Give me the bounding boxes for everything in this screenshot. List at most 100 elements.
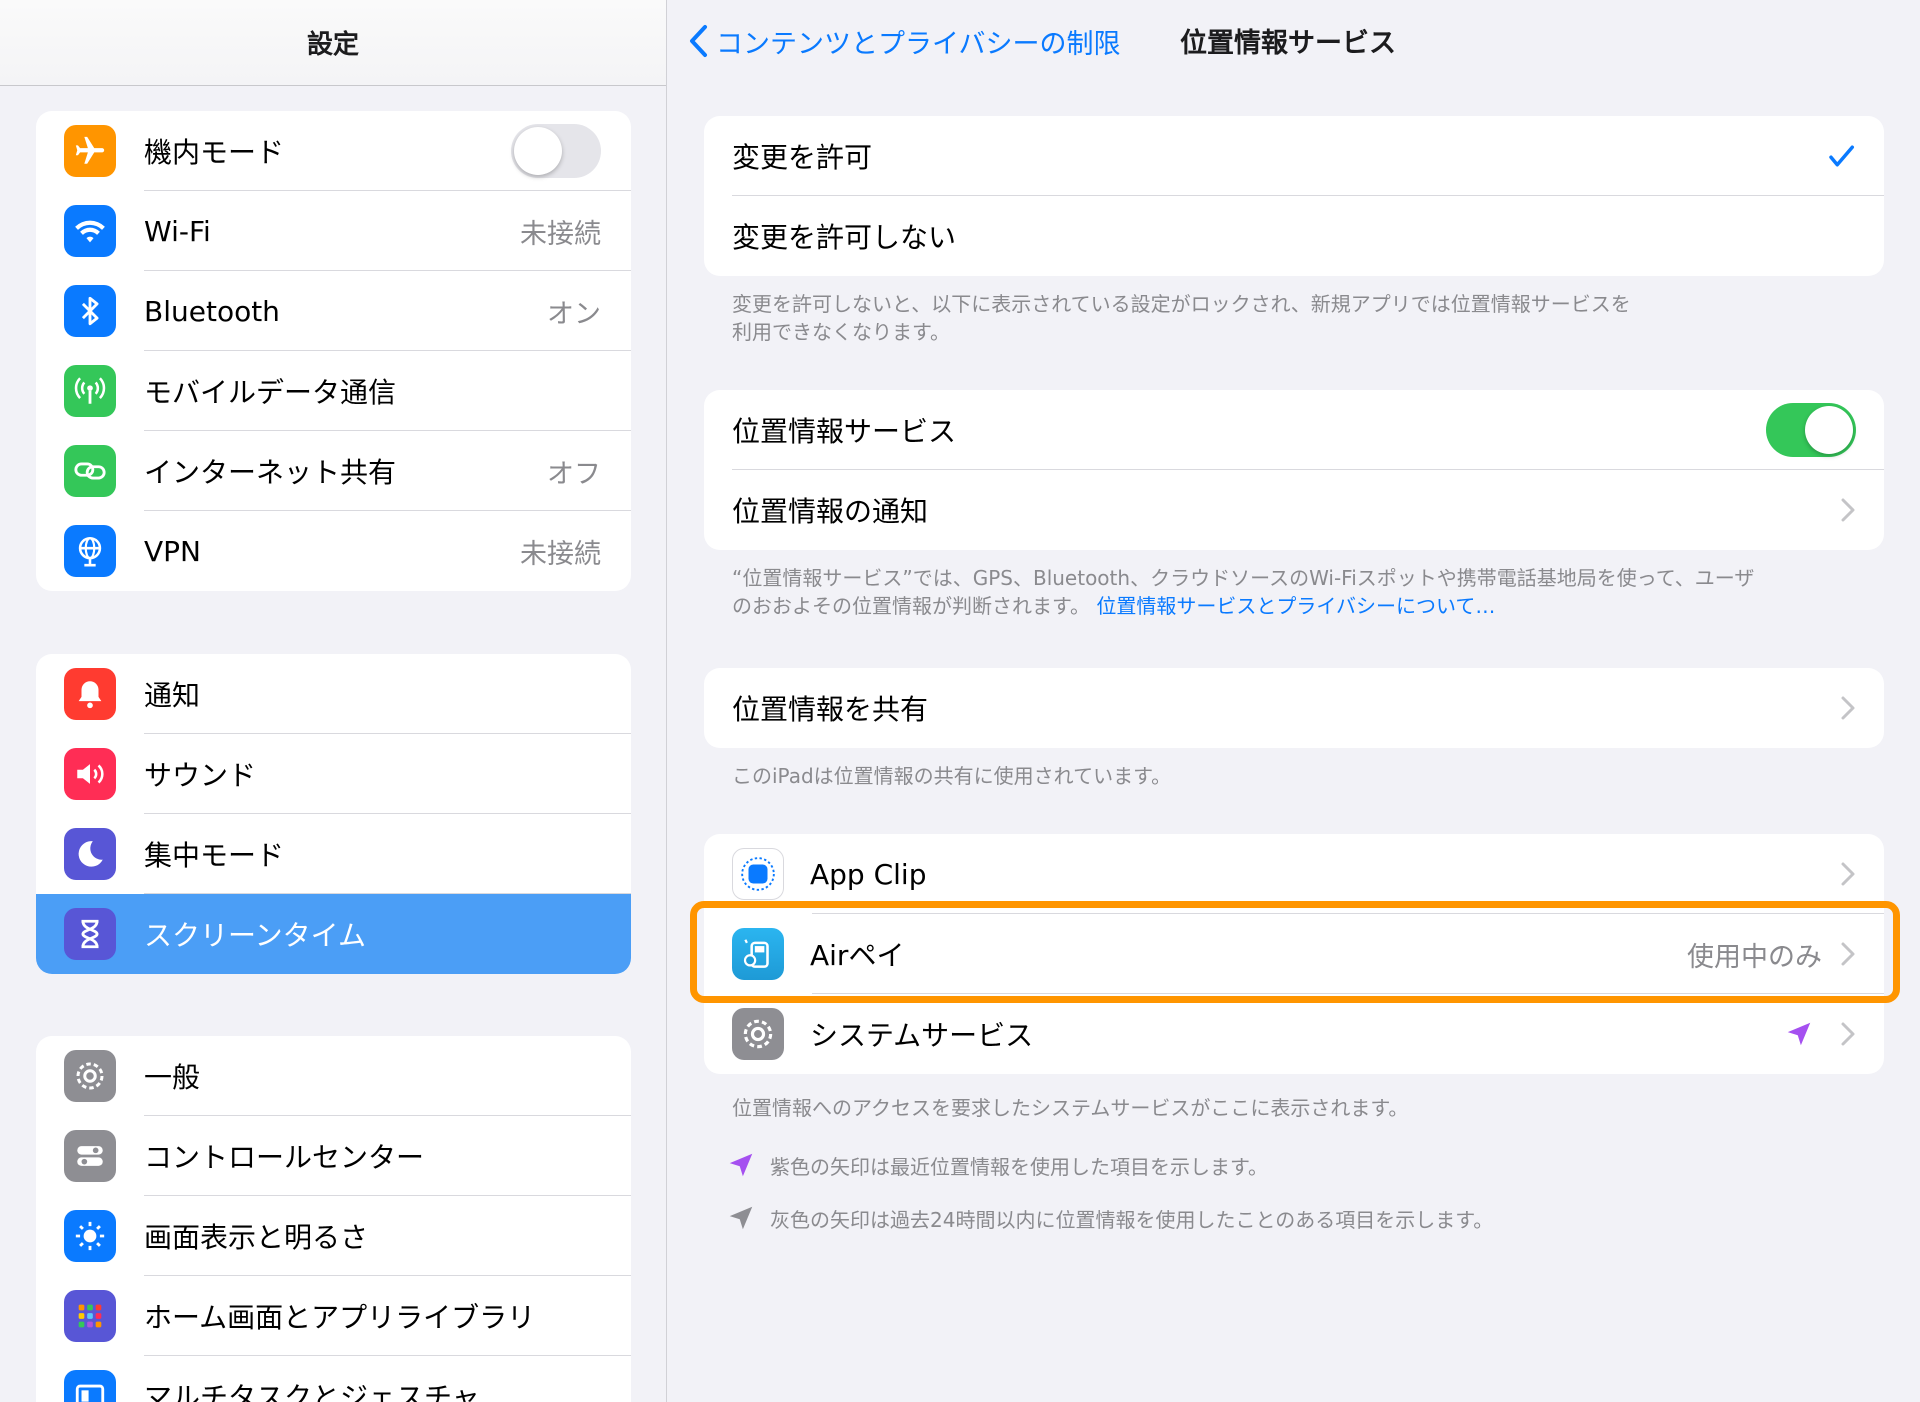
chevron-right-icon [1841,862,1855,886]
sidebar-item-label: モバイルデータ通信 [144,376,397,409]
app-row-airpay[interactable]: Airペイ 使用中のみ [704,914,1884,994]
sidebar-item-airplane-mode[interactable]: 機内モード [36,111,631,191]
location-alerts-row[interactable]: 位置情報の通知 [704,470,1884,550]
footnote-text: のおおよその位置情報が判断されます。 [732,594,1090,618]
sidebar-item-display-brightness[interactable]: 画面表示と明るさ [36,1196,631,1276]
sidebar-item-home-screen[interactable]: ホーム画面とアプリライブラリ [36,1276,631,1356]
legend-text: 紫色の矢印は最近位置情報を使用した項目を示します。 [770,1154,1268,1179]
share-footnote: このiPadは位置情報の共有に使用されています。 [732,764,1172,788]
sidebar-item-vpn[interactable]: VPN 未接続 [36,511,631,591]
sidebar-group-general: 一般 コントロールセンター 画面表示と明るさ ホーム画面とアプリライブラリ マル… [36,1036,631,1402]
sidebar-item-focus[interactable]: 集中モード [36,814,631,894]
sun-icon [64,1210,116,1262]
gear-icon [732,1008,784,1060]
location-services-card: 位置情報サービス 位置情報の通知 [704,390,1884,550]
sidebar-item-cellular[interactable]: モバイルデータ通信 [36,351,631,431]
legend-purple-arrow: 紫色の矢印は最近位置情報を使用した項目を示します。 [726,1150,1268,1180]
bluetooth-status: オン [547,298,601,330]
deny-changes-option[interactable]: 変更を許可しない [704,196,1884,276]
apps-footnote: 位置情報へのアクセスを要求したシステムサービスがここに表示されます。 [732,1096,1409,1120]
sidebar: 設定 機内モード Wi-Fi 未接続 Bluetooth オン モバイルデータ通… [0,0,667,1402]
app-clip-icon [732,848,784,900]
sidebar-item-label: サウンド [144,759,257,792]
app-label: App Clip [810,857,927,891]
sidebar-item-label: スクリーンタイム [144,919,367,952]
sidebar-item-label: Bluetooth [144,294,280,328]
location-services-toggle[interactable] [1766,403,1856,457]
hotspot-status: オフ [547,458,601,490]
apps-card: App Clip Airペイ 使用中のみ システムサービス [704,834,1884,1074]
app-row-app-clip[interactable]: App Clip [704,834,1884,914]
footnote-line: のおおよその位置情報が判断されます。 位置情報サービスとプライバシーについて… [732,592,1852,620]
sidebar-item-notifications[interactable]: 通知 [36,654,631,734]
sidebar-item-general[interactable]: 一般 [36,1036,631,1116]
wifi-status: 未接続 [520,218,601,250]
footnote-line: 変更を許可しないと、以下に表示されている設定がロックされ、新規アプリでは位置情報… [732,292,1631,316]
sidebar-item-label: マルチタスクとジェスチャ [144,1381,480,1402]
sidebar-item-label: 機内モード [144,136,285,169]
sidebar-item-multitasking[interactable]: マルチタスクとジェスチャ [36,1356,631,1402]
sidebar-header: 設定 [0,0,666,86]
location-arrow-purple-icon [729,1153,753,1177]
sidebar-group-connectivity: 機内モード Wi-Fi 未接続 Bluetooth オン モバイルデータ通信 イ… [36,111,631,591]
navigation-bar: コンテンツとプライバシーの制限 位置情報サービス [668,0,1920,86]
sidebar-item-label: インターネット共有 [144,456,397,489]
footnote-line: “位置情報サービス”では、GPS、Bluetooth、クラウドソースのWi-Fi… [732,566,1755,590]
sidebar-item-bluetooth[interactable]: Bluetooth オン [36,271,631,351]
permission-footnote: 変更を許可しないと、以下に表示されている設定がロックされ、新規アプリでは位置情報… [732,290,1852,346]
sidebar-item-label: 一般 [144,1061,201,1094]
bell-icon [64,668,116,720]
app-grid-icon [64,1290,116,1342]
allow-changes-option[interactable]: 変更を許可 [704,116,1884,196]
footnote-line: 利用できなくなります。 [732,320,950,344]
app-row-system-services[interactable]: システムサービス [704,994,1884,1074]
sidebar-title: 設定 [306,30,359,60]
speaker-icon [64,748,116,800]
back-button[interactable]: コンテンツとプライバシーの制限 [688,18,1120,64]
sidebar-item-label: 通知 [144,679,201,712]
detail-pane: コンテンツとプライバシーの制限 位置情報サービス 変更を許可 変更を許可しない … [668,0,1920,1402]
location-arrow-gray-icon [729,1206,753,1230]
location-services-row: 位置情報サービス [704,390,1884,470]
sidebar-item-label: Wi-Fi [144,214,211,248]
back-label: コンテンツとプライバシーの制限 [716,28,1121,60]
chevron-right-icon [1841,1022,1855,1046]
chevron-right-icon [1841,696,1855,720]
sidebar-item-label: ホーム画面とアプリライブラリ [144,1301,536,1334]
legend-text: 灰色の矢印は過去24時間以内に位置情報を使用したことのある項目を示します。 [770,1207,1494,1232]
switches-icon [64,1130,116,1182]
page-title: 位置情報サービス [1180,28,1396,59]
chevron-right-icon [1841,498,1855,522]
sidebar-item-control-center[interactable]: コントロールセンター [36,1116,631,1196]
sidebar-item-label: VPN [144,534,201,568]
sidebar-item-wifi[interactable]: Wi-Fi 未接続 [36,191,631,271]
app-label: システムサービス [810,1019,1034,1052]
airpay-icon [732,928,784,980]
sidebar-item-sounds[interactable]: サウンド [36,734,631,814]
vpn-status: 未接続 [520,538,601,570]
app-label: Airペイ [810,939,905,972]
privacy-link[interactable]: 位置情報サービスとプライバシーについて… [1096,594,1495,618]
sidebar-item-screen-time[interactable]: スクリーンタイム [36,894,631,974]
bluetooth-icon [64,285,116,337]
wifi-icon [64,205,116,257]
location-services-label: 位置情報サービス [732,415,957,448]
allow-changes-label: 変更を許可 [732,141,873,174]
chevron-left-icon [690,25,707,57]
share-location-row[interactable]: 位置情報を共有 [704,668,1884,748]
checkmark-icon [1829,145,1854,167]
location-alerts-label: 位置情報の通知 [732,495,929,528]
gear-icon [64,1050,116,1102]
airplane-icon [64,125,116,177]
moon-icon [64,828,116,880]
sidebar-group-focus: 通知 サウンド 集中モード スクリーンタイム [36,654,631,974]
airplane-mode-toggle[interactable] [511,124,601,178]
share-location-card: 位置情報を共有 [704,668,1884,748]
legend-gray-arrow: 灰色の矢印は過去24時間以内に位置情報を使用したことのある項目を示します。 [726,1203,1493,1233]
airpay-permission-value: 使用中のみ [1687,941,1822,973]
location-footnote: “位置情報サービス”では、GPS、Bluetooth、クラウドソースのWi-Fi… [732,564,1852,620]
share-location-label: 位置情報を共有 [732,693,929,726]
sidebar-item-hotspot[interactable]: インターネット共有 オフ [36,431,631,511]
sidebar-item-label: 画面表示と明るさ [144,1221,369,1254]
chevron-right-icon [1841,942,1855,966]
